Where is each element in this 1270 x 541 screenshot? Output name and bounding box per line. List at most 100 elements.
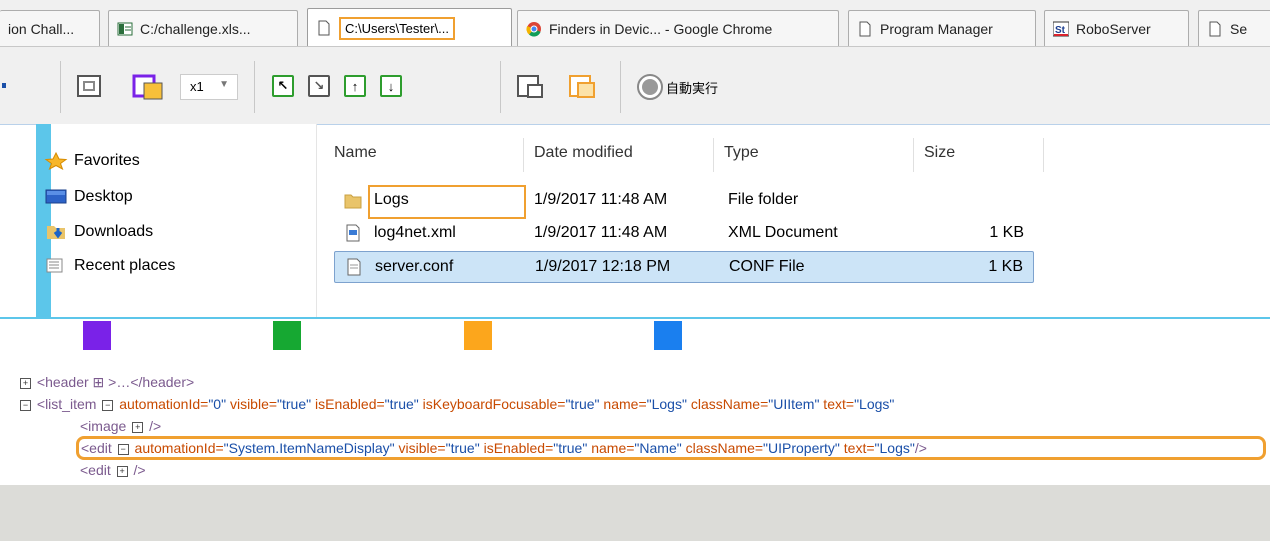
column-header-date[interactable]: Date modified <box>524 138 714 172</box>
column-label: Size <box>924 144 956 161</box>
move-top-left-button[interactable]: ↖ <box>272 75 294 97</box>
attr-key: name= <box>599 396 647 412</box>
attr-key: text= <box>839 440 875 456</box>
chevron-down-icon: ▼ <box>219 79 229 90</box>
nav-label: Desktop <box>74 188 133 205</box>
nav-desktop[interactable]: Desktop <box>44 188 133 206</box>
column-header-type[interactable]: Type <box>714 138 914 172</box>
auto-run-button[interactable]: 自動実行 <box>636 73 718 101</box>
tree-node-edit[interactable]: <edit + /> <box>80 462 146 478</box>
tree-node-list-item[interactable]: − <list_item − automationId="0" visible=… <box>18 396 894 412</box>
file-size: 1 KB <box>989 224 1024 241</box>
attr-key: className= <box>686 396 769 412</box>
expand-icon[interactable]: + <box>116 465 128 477</box>
tab-challenge[interactable]: ion Chall... <box>0 10 100 46</box>
explorer-bottom-border <box>0 317 1270 319</box>
address-text: C:\Users\Tester\... <box>339 16 456 40</box>
attr-value: "true" <box>445 440 480 456</box>
star-icon <box>44 152 68 170</box>
collapse-icon[interactable]: − <box>102 399 114 411</box>
attr-value: "true" <box>553 440 588 456</box>
desktop-icon <box>45 189 67 204</box>
tree-node-edit-highlighted[interactable]: <edit − automationId="System.ItemNameDis… <box>76 436 1266 460</box>
node-text: <header ⊞ >…</header> <box>36 374 195 390</box>
file-size: 1 KB <box>988 258 1023 275</box>
move-up-button[interactable]: ↑ <box>344 75 366 97</box>
attr-value: "true" <box>277 396 312 412</box>
expand-icon[interactable]: + <box>20 377 31 389</box>
attr-key: isKeyboardFocusable= <box>418 396 566 412</box>
swatch-orange <box>464 321 492 350</box>
move-bottom-right-button[interactable]: ↘ <box>308 75 330 97</box>
file-type: CONF File <box>729 258 805 275</box>
attr-value: "System.ItemNameDisplay" <box>223 440 395 456</box>
node-attributes: automationId="0" visible="true" isEnable… <box>119 396 894 412</box>
zoom-select[interactable]: x1 ▼ <box>180 74 238 100</box>
swatch-green <box>273 321 301 350</box>
xml-file-icon <box>346 224 360 242</box>
swatch-purple <box>83 321 111 350</box>
file-type: XML Document <box>728 224 838 241</box>
bottom-panel <box>0 485 1270 541</box>
spreadsheet-icon <box>117 22 133 35</box>
tab-program-manager[interactable]: Program Manager <box>848 10 1036 46</box>
attr-value: "true" <box>384 396 419 412</box>
nav-label: Favorites <box>74 152 140 169</box>
attr-key: visible= <box>226 396 278 412</box>
tab-label: Se <box>1230 20 1248 37</box>
zoom-value: x1 <box>190 79 204 94</box>
nav-favorites[interactable]: Favorites <box>44 152 140 170</box>
screenshot-icon[interactable] <box>76 73 106 101</box>
nav-recent-places[interactable]: Recent places <box>44 257 175 275</box>
capture-window-icon[interactable] <box>132 73 166 103</box>
arrow-up-left-icon: ↖ <box>277 78 289 93</box>
arrow-down-right-icon: ↘ <box>313 78 325 93</box>
tab-users-tester[interactable]: C:\Users\Tester\... <box>307 8 512 47</box>
region-capture-icon[interactable] <box>568 73 598 101</box>
tab-se[interactable]: Se <box>1198 10 1270 46</box>
element-tree: + <header ⊞ >…</header> − <list_item − a… <box>0 362 1270 485</box>
collapse-icon[interactable]: − <box>20 399 31 411</box>
tab-label: Program Manager <box>880 20 993 37</box>
column-header-name[interactable]: Name <box>324 138 524 172</box>
window-capture-icon[interactable] <box>516 73 546 101</box>
attr-value: "UIProperty" <box>763 440 840 456</box>
toolbar-edge-icon <box>2 83 6 88</box>
file-row-logs[interactable]: Logs 1/9/2017 11:48 AM File folder <box>334 185 1034 219</box>
attr-value: "Logs" <box>646 396 687 412</box>
column-label: Name <box>334 144 377 161</box>
roboserver-icon: St <box>1053 21 1069 36</box>
arrow-up-icon: ↑ <box>351 78 359 94</box>
record-icon <box>637 74 663 100</box>
node-tag: <edit <box>81 440 112 456</box>
attr-value: "UIItem" <box>768 396 820 412</box>
tree-node-image[interactable]: <image + /> <box>80 418 161 434</box>
separator <box>60 61 61 113</box>
attr-key: className= <box>681 440 764 456</box>
file-row-server-conf[interactable]: server.conf 1/9/2017 12:18 PM CONF File … <box>334 251 1034 283</box>
separator <box>500 61 501 113</box>
nav-downloads[interactable]: Downloads <box>44 223 153 241</box>
expand-icon[interactable]: + <box>132 421 144 433</box>
folder-icon <box>344 194 362 209</box>
node-attributes: automationId="System.ItemNameDisplay" vi… <box>135 440 915 456</box>
attr-value: "Name" <box>634 440 682 456</box>
move-down-button[interactable]: ↓ <box>380 75 402 97</box>
file-name: log4net.xml <box>374 224 456 241</box>
tree-node-header[interactable]: + <header ⊞ >…</header> <box>18 374 194 391</box>
tab-challenge-xls[interactable]: C:/challenge.xls... <box>108 10 298 46</box>
tab-chrome[interactable]: Finders in Devic... - Google Chrome <box>517 10 839 46</box>
file-row-log4net[interactable]: log4net.xml 1/9/2017 11:48 AM XML Docume… <box>334 218 1034 250</box>
column-header-size[interactable]: Size <box>914 138 1044 172</box>
downloads-icon <box>47 226 65 239</box>
document-icon <box>318 20 330 36</box>
separator <box>620 61 621 113</box>
attr-value: "0" <box>208 396 227 412</box>
document-icon <box>859 21 871 36</box>
chrome-icon <box>526 21 541 37</box>
nav-label: Downloads <box>74 223 154 240</box>
tab-roboserver[interactable]: St RoboServer <box>1044 10 1189 46</box>
collapse-icon[interactable]: − <box>117 443 129 455</box>
node-tag: <image <box>80 418 127 434</box>
recent-places-icon <box>46 258 63 273</box>
